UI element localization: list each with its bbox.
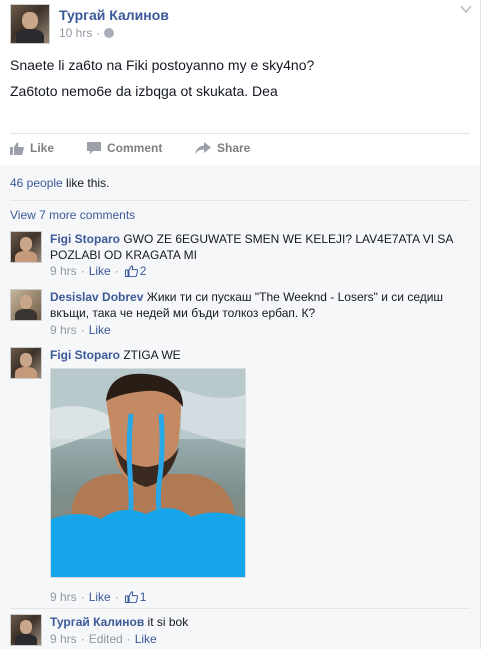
comment-body: Тургай Калинов it si bok [50,614,470,630]
like-button[interactable]: Like [10,141,54,155]
comment-timestamp[interactable]: 9 hrs [50,323,77,337]
comment-avatar[interactable] [10,231,42,263]
share-button[interactable]: Share [195,141,250,155]
comment-photo-image [51,369,245,577]
likes-count-link[interactable]: 46 people [10,176,63,190]
comment-text: ZTIGA WE [123,348,181,362]
post-timestamp[interactable]: 10 hrs [59,26,92,40]
comment-author[interactable]: Desislav Dobrev [50,290,143,304]
comment-like-link[interactable]: Like [89,590,111,604]
comment-body: Desislav Dobrev Жики ти си пускаш "The W… [50,289,470,321]
comment-meta: 9 hrs · Like · 2 [50,264,147,278]
post-divider [10,133,470,134]
thumbs-up-icon[interactable] [124,265,138,277]
comment-edited-label[interactable]: Edited [89,632,123,646]
post-meta: 10 hrs · [59,26,115,40]
comment-body: Figi Stoparo ZTIGA WE [50,347,470,363]
comment-author[interactable]: Figi Stoparo [50,348,120,362]
comment-button[interactable]: Comment [87,141,162,155]
comment-meta: 9 hrs · Like [50,323,111,337]
comment-like-count[interactable]: 2 [140,264,147,278]
share-icon [195,141,211,154]
comment-body: Figi Stoparo GWO ZE 6EGUWATE SMEN WE KEL… [50,231,470,263]
comment-like-count[interactable]: 1 [140,590,147,604]
like-label: Like [30,141,55,155]
comment-icon [87,141,101,154]
comment-author[interactable]: Figi Stoparo [50,232,120,246]
like-icon [10,142,24,155]
comment-avatar[interactable] [10,347,42,379]
comment-timestamp[interactable]: 9 hrs [50,590,77,604]
comment-timestamp[interactable]: 9 hrs [50,264,77,278]
likes-divider [10,200,470,201]
likes-summary: 46 people like this. [10,176,110,190]
post-text-line-2: Za6toto nemo6e da izbqga ot skukata. Dea [10,83,278,99]
post-text-line-1: Snaete li za6to na Fiki postoyanno my e … [10,57,315,73]
comment-avatar[interactable] [10,289,42,321]
comment-like-link[interactable]: Like [135,632,157,646]
comment-like-link[interactable]: Like [89,323,111,337]
comment-avatar[interactable] [10,614,42,646]
thumbs-up-icon[interactable] [124,591,138,603]
comment-like-link[interactable]: Like [89,264,111,278]
comment-author[interactable]: Тургай Калинов [50,615,144,629]
comment-divider [10,608,470,609]
comment-text: it si bok [147,615,189,629]
post-author-name[interactable]: Тургай Калинов [59,7,169,23]
globe-icon[interactable] [104,28,115,38]
facebook-post: Тургай Калинов 10 hrs · Snaete li za6to … [0,0,481,649]
comment-meta: 9 hrs · Edited · Like [50,632,157,646]
comment-label: Comment [107,141,163,155]
chevron-down-icon[interactable] [460,4,472,14]
share-label: Share [217,141,251,155]
comment-meta: 9 hrs · Like · 1 [50,590,147,604]
comment-timestamp[interactable]: 9 hrs [50,632,77,646]
view-more-comments-link[interactable]: View 7 more comments [10,208,135,222]
comment-photo[interactable] [50,368,246,578]
author-avatar[interactable] [10,4,50,44]
